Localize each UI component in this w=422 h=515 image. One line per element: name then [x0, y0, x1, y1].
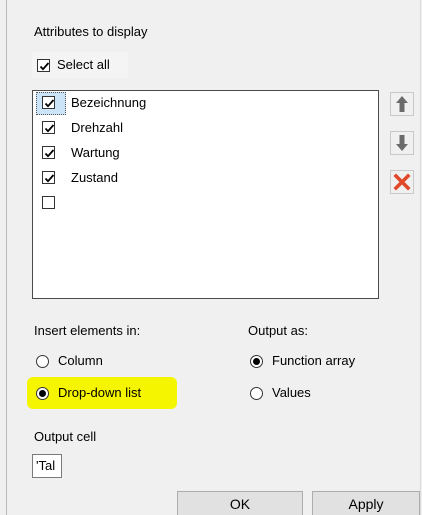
right-border: [420, 0, 421, 515]
move-down-button[interactable]: [390, 131, 414, 155]
arrow-up-icon: [396, 96, 408, 112]
list-item[interactable]: Wartung: [33, 141, 378, 166]
list-item[interactable]: Drehzahl: [33, 116, 378, 141]
left-border: [6, 0, 7, 515]
select-all-label: Select all: [57, 57, 110, 72]
attributes-list[interactable]: Bezeichnung Drehzahl Wartung Zustand: [32, 90, 379, 299]
arrow-down-icon: [396, 135, 408, 151]
values-label: Values: [272, 385, 311, 400]
values-radio[interactable]: [250, 387, 263, 400]
ok-button[interactable]: OK: [177, 491, 303, 515]
output-cell-input[interactable]: 'Tal: [32, 454, 62, 478]
attributes-label: Attributes to display: [34, 24, 148, 39]
column-radio[interactable]: [36, 355, 49, 368]
delete-button[interactable]: [390, 170, 414, 194]
attributes-dialog: Attributes to display Select all Bezeich…: [0, 0, 422, 515]
drop-down-list-label: Drop-down list: [58, 385, 142, 400]
function-array-label: Function array: [272, 353, 356, 368]
select-all-checkbox[interactable]: Select all: [32, 52, 128, 78]
item-checkbox[interactable]: [42, 196, 55, 209]
list-item[interactable]: Zustand: [33, 166, 378, 191]
output-cell-label: Output cell: [34, 429, 97, 444]
insert-elements-label: Insert elements in:: [34, 323, 141, 338]
red-x-icon: [393, 173, 411, 191]
item-label: Wartung: [71, 145, 120, 160]
radio-selected-dot: [253, 358, 260, 365]
drop-down-list-radio[interactable]: [36, 387, 49, 400]
list-item[interactable]: Bezeichnung: [33, 91, 378, 116]
item-label: Bezeichnung: [71, 95, 147, 110]
item-checkbox[interactable]: [42, 96, 55, 109]
item-label: Zustand: [71, 170, 118, 185]
apply-button[interactable]: Apply: [312, 491, 420, 515]
item-checkbox[interactable]: [42, 146, 55, 159]
item-label: Drehzahl: [71, 120, 124, 135]
list-item[interactable]: [33, 191, 378, 216]
column-label: Column: [58, 353, 103, 368]
move-up-button[interactable]: [390, 92, 414, 116]
function-array-radio[interactable]: [250, 355, 263, 368]
radio-selected-dot: [39, 390, 46, 397]
item-checkbox[interactable]: [42, 121, 55, 134]
output-as-label: Output as:: [248, 323, 308, 338]
select-all-check-box[interactable]: [37, 59, 50, 72]
item-checkbox[interactable]: [42, 171, 55, 184]
